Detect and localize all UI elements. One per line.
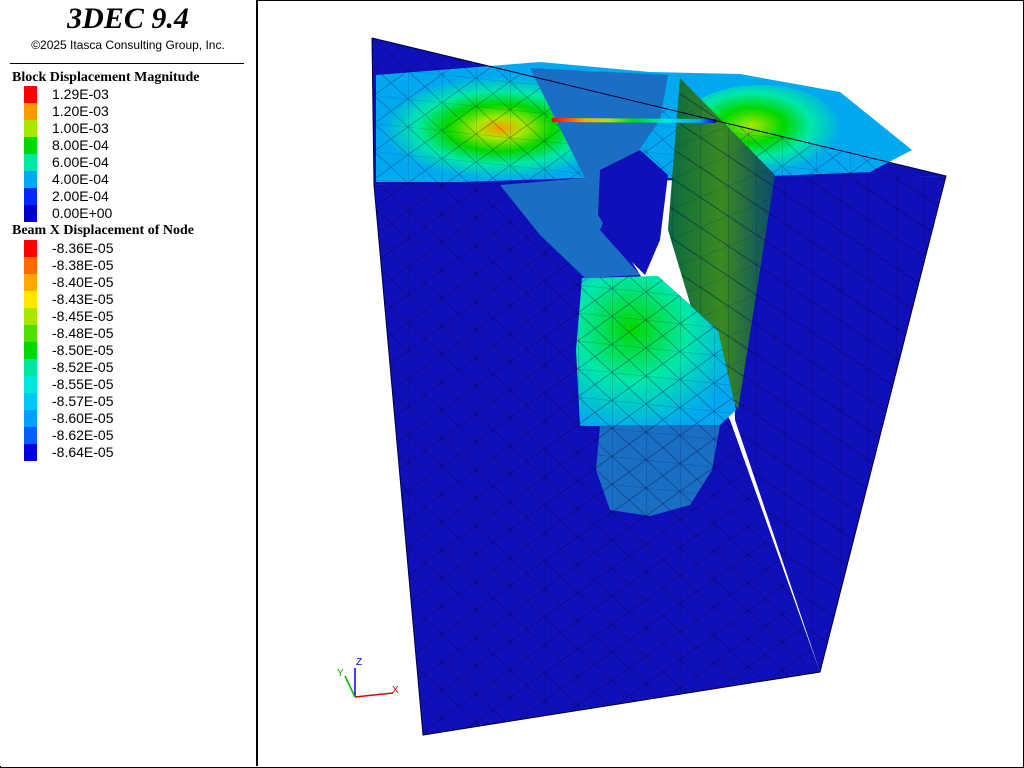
beam-legend-label: -8.36E-05 <box>52 240 114 256</box>
beam-legend-swatch <box>24 325 37 342</box>
block-legend-label: 4.00E-04 <box>52 171 109 187</box>
block-legend-label: 6.00E-04 <box>52 154 109 170</box>
model-view: X Z Y <box>337 37 947 736</box>
beam-legend-swatch <box>24 410 37 427</box>
beam-legend-swatch <box>24 257 37 274</box>
copyright-text: ©2025 Itasca Consulting Group, Inc. <box>31 38 225 52</box>
block-legend-swatch <box>24 103 37 120</box>
beam-legend-swatch <box>24 376 37 393</box>
beam-legend-swatch <box>24 444 37 461</box>
x-axis-icon <box>354 692 394 698</box>
beam-legend-title: Beam X Displacement of Node <box>12 223 194 238</box>
beam-legend-label: -8.60E-05 <box>52 410 114 426</box>
block-legend-title: Block Displacement Magnitude <box>12 70 200 85</box>
block-legend-label: 1.20E-03 <box>52 103 109 119</box>
app-title: 3DEC 9.4 <box>67 2 189 35</box>
beam-legend-label: -8.64E-05 <box>52 444 114 460</box>
block-legend-swatch <box>24 137 37 154</box>
block-legend-swatch <box>24 188 37 205</box>
y-axis-label: Y <box>337 668 344 679</box>
x-axis-label: X <box>392 685 399 696</box>
beam-legend-swatch <box>24 240 37 257</box>
beam-legend-label: -8.62E-05 <box>52 427 114 443</box>
block-legend-label: 0.00E+00 <box>52 205 113 221</box>
block-legend-swatch <box>24 120 37 137</box>
beam-legend-swatch <box>24 359 37 376</box>
beam-legend-label: -8.43E-05 <box>52 291 114 307</box>
beam-legend-label: -8.45E-05 <box>52 308 114 324</box>
block-legend-swatch <box>24 154 37 171</box>
beam-legend-label: -8.57E-05 <box>52 393 114 409</box>
beam-legend-label: -8.50E-05 <box>52 342 114 358</box>
block-legend-swatch <box>24 86 37 103</box>
beam-legend-label: -8.40E-05 <box>52 274 114 290</box>
block-legend-label: 8.00E-04 <box>52 137 109 153</box>
beam-legend-label: -8.52E-05 <box>52 359 114 375</box>
block-legend-label: 1.00E-03 <box>52 120 109 136</box>
axis-triad: X Z Y <box>337 657 399 698</box>
y-axis-icon <box>344 675 356 698</box>
beam-legend-label: -8.38E-05 <box>52 257 114 273</box>
beam-legend-swatch <box>24 342 37 359</box>
block-legend-swatch <box>24 205 37 222</box>
beam-legend-swatch <box>24 308 37 325</box>
block-legend-swatch <box>24 171 37 188</box>
beam-legend-label: -8.55E-05 <box>52 376 114 392</box>
beam-legend-swatch <box>24 393 37 410</box>
beam-legend-swatch <box>24 291 37 308</box>
beam-element <box>551 118 717 123</box>
legend-separator <box>10 63 244 64</box>
beam-legend-swatch <box>24 427 37 444</box>
z-axis-label: Z <box>356 657 362 668</box>
beam-legend-label: -8.48E-05 <box>52 325 114 341</box>
block-legend-label: 2.00E-04 <box>52 188 109 204</box>
model-viewport[interactable]: X Z Y <box>258 1 1022 766</box>
legend-panel: 3DEC 9.4 ©2025 Itasca Consulting Group, … <box>0 0 258 766</box>
beam-legend-swatch <box>24 274 37 291</box>
block-legend-label: 1.29E-03 <box>52 86 109 102</box>
